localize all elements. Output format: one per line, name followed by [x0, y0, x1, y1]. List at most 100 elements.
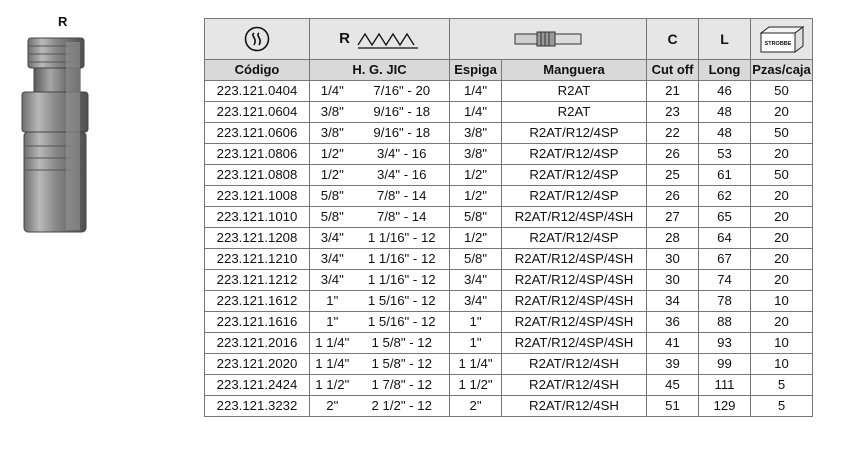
cell-codigo: 223.121.0606 — [204, 122, 310, 144]
cell-jic: 1 5/8" - 12 — [354, 332, 450, 354]
cell-manguera: R2AT/R12/4SP — [501, 185, 647, 207]
cell-size: 1 1/4" — [309, 353, 355, 375]
box-brand: STROBBE — [764, 41, 791, 47]
cell-espiga: 5/8" — [449, 206, 502, 228]
table-row: 223.121.2016 1 1/4" 1 5/8" - 12 1" R2AT/… — [204, 332, 813, 354]
cell-pzas: 10 — [750, 353, 813, 375]
cell-codigo: 223.121.0806 — [204, 143, 310, 165]
cell-espiga: 3/4" — [449, 269, 502, 291]
cell-pzas: 20 — [750, 101, 813, 123]
cell-manguera: R2AT/R12/4SP/4SH — [501, 248, 647, 270]
cell-jic: 7/8" - 14 — [354, 185, 450, 207]
cell-pzas: 20 — [750, 227, 813, 249]
table-row: 223.121.0606 3/8" 9/16" - 18 3/8" R2AT/R… — [204, 122, 813, 144]
table-row: 223.121.1008 5/8" 7/8" - 14 1/2" R2AT/R1… — [204, 185, 813, 207]
cell-jic: 9/16" - 18 — [354, 101, 450, 123]
cell-size: 1/2" — [309, 164, 355, 186]
table-row: 223.121.2424 1 1/2" 1 7/8" - 12 1 1/2" R… — [204, 374, 813, 396]
table-row: 223.121.1212 3/4" 1 1/16" - 12 3/4" R2AT… — [204, 269, 813, 291]
cell-manguera: R2AT/R12/4SP/4SH — [501, 206, 647, 228]
cell-long: 65 — [698, 206, 751, 228]
cell-espiga: 1 1/4" — [449, 353, 502, 375]
cell-manguera: R2AT/R12/4SP — [501, 164, 647, 186]
cell-cutoff: 28 — [646, 227, 699, 249]
cell-manguera: R2AT/R12/4SH — [501, 395, 647, 417]
cell-codigo: 223.121.0604 — [204, 101, 310, 123]
col-espiga: Espiga — [449, 59, 502, 81]
table-row: 223.121.1210 3/4" 1 1/16" - 12 5/8" R2AT… — [204, 248, 813, 270]
stroke-logo-circle-icon — [244, 26, 270, 52]
col-manguera: Manguera — [501, 59, 647, 81]
cell-pzas: 20 — [750, 206, 813, 228]
column-header-row: Código H. G. JIC Espiga Manguera Cut off… — [204, 59, 813, 81]
col-codigo: Código — [204, 59, 310, 81]
cell-long: 88 — [698, 311, 751, 333]
cell-codigo: 223.121.1212 — [204, 269, 310, 291]
cell-size: 2" — [309, 395, 355, 417]
cell-jic: 3/4" - 16 — [354, 143, 450, 165]
cell-codigo: 223.121.0808 — [204, 164, 310, 186]
cell-long: 111 — [698, 374, 751, 396]
cell-codigo: 223.121.1010 — [204, 206, 310, 228]
table-row: 223.121.1612 1" 1 5/16" - 12 3/4" R2AT/R… — [204, 290, 813, 312]
cell-cutoff: 45 — [646, 374, 699, 396]
cell-espiga: 5/8" — [449, 248, 502, 270]
cell-cutoff: 25 — [646, 164, 699, 186]
icon-header-row: R C L STROBBE — [204, 18, 813, 60]
cell-espiga: 1/4" — [449, 80, 502, 102]
cell-pzas: 50 — [750, 164, 813, 186]
cell-pzas: 50 — [750, 80, 813, 102]
cell-manguera: R2AT/R12/4SP/4SH — [501, 269, 647, 291]
cell-codigo: 223.121.0404 — [204, 80, 310, 102]
cell-cutoff: 26 — [646, 143, 699, 165]
cell-size: 3/4" — [309, 269, 355, 291]
table-row: 223.121.0404 1/4" 7/16" - 20 1/4" R2AT 2… — [204, 80, 813, 102]
cell-cutoff: 27 — [646, 206, 699, 228]
cell-size: 5/8" — [309, 185, 355, 207]
cell-pzas: 20 — [750, 311, 813, 333]
product-table: R C L STROBBE Código H. G. JIC Espiga Ma… — [204, 18, 813, 417]
cell-jic: 3/4" - 16 — [354, 164, 450, 186]
cell-pzas: 20 — [750, 185, 813, 207]
table-body: 223.121.0404 1/4" 7/16" - 20 1/4" R2AT 2… — [204, 80, 813, 417]
cell-jic: 2 1/2" - 12 — [354, 395, 450, 417]
thread-zigzag-icon — [357, 32, 418, 49]
box-header: STROBBE — [750, 18, 813, 60]
cell-size: 1" — [309, 290, 355, 312]
brand-cell — [204, 18, 310, 60]
cell-cutoff: 41 — [646, 332, 699, 354]
cell-pzas: 20 — [750, 269, 813, 291]
cutoff-letter: C — [646, 18, 699, 60]
cell-codigo: 223.121.2424 — [204, 374, 310, 396]
col-long: Long — [698, 59, 751, 81]
cell-cutoff: 22 — [646, 122, 699, 144]
table-row: 223.121.0604 3/8" 9/16" - 18 1/4" R2AT 2… — [204, 101, 813, 123]
length-letter: L — [698, 18, 751, 60]
cell-size: 5/8" — [309, 206, 355, 228]
cell-cutoff: 23 — [646, 101, 699, 123]
cell-manguera: R2AT/R12/4SP/4SH — [501, 311, 647, 333]
cell-jic: 1 5/16" - 12 — [354, 290, 450, 312]
table-row: 223.121.0806 1/2" 3/4" - 16 3/8" R2AT/R1… — [204, 143, 813, 165]
cell-size: 3/4" — [309, 227, 355, 249]
cell-codigo: 223.121.3232 — [204, 395, 310, 417]
cell-codigo: 223.121.1208 — [204, 227, 310, 249]
cell-long: 46 — [698, 80, 751, 102]
cell-espiga: 1/2" — [449, 185, 502, 207]
cell-manguera: R2AT — [501, 101, 647, 123]
col-hgjic: H. G. JIC — [309, 59, 450, 81]
cell-codigo: 223.121.1616 — [204, 311, 310, 333]
cell-long: 78 — [698, 290, 751, 312]
cell-pzas: 20 — [750, 248, 813, 270]
cell-espiga: 1" — [449, 332, 502, 354]
cell-codigo: 223.121.1008 — [204, 185, 310, 207]
cell-manguera: R2AT/R12/4SH — [501, 353, 647, 375]
cell-manguera: R2AT/R12/4SP — [501, 122, 647, 144]
cell-size: 1" — [309, 311, 355, 333]
cell-espiga: 1/4" — [449, 101, 502, 123]
cell-jic: 1 1/16" - 12 — [354, 248, 450, 270]
cell-long: 93 — [698, 332, 751, 354]
cell-long: 61 — [698, 164, 751, 186]
cell-espiga: 1/2" — [449, 227, 502, 249]
table-row: 223.121.2020 1 1/4" 1 5/8" - 12 1 1/4" R… — [204, 353, 813, 375]
